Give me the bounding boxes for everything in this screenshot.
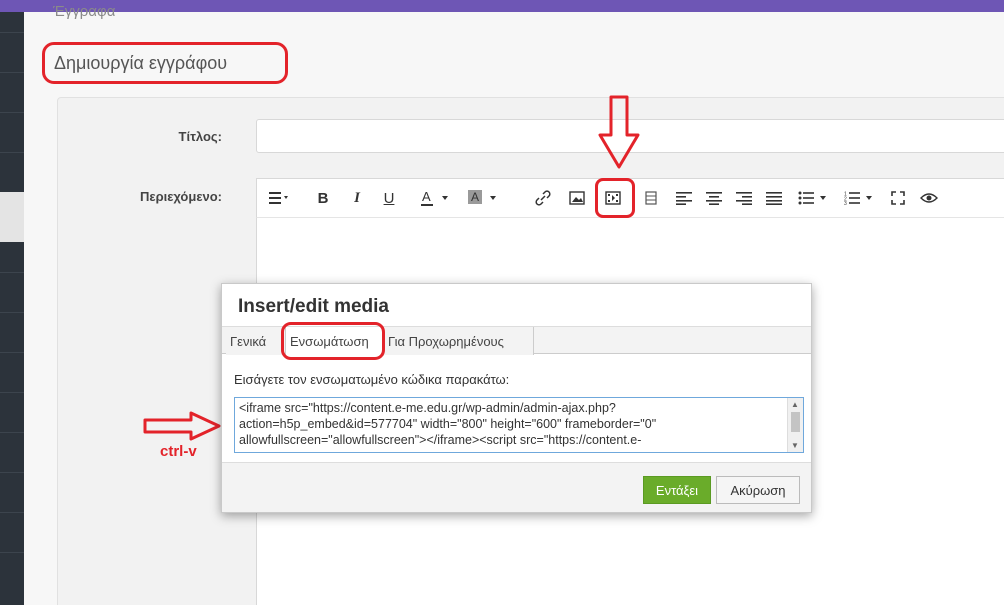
align-center-button[interactable] (705, 187, 723, 209)
breadcrumb[interactable]: Έγγραφα (53, 3, 115, 20)
align-right-icon (736, 192, 752, 205)
align-center-icon (706, 192, 722, 205)
scroll-up-icon[interactable]: ▲ (791, 400, 799, 409)
align-left-icon (676, 192, 692, 205)
sidebar-divider (0, 432, 24, 433)
numbered-list-dropdown[interactable]: 123 (843, 187, 879, 209)
fullscreen-icon (891, 191, 905, 205)
align-left-button[interactable] (675, 187, 693, 209)
highlight-color-icon: A (468, 190, 496, 204)
scroll-down-icon[interactable]: ▼ (791, 441, 799, 450)
embed-code-textarea[interactable]: <iframe src="https://content.e-me.edu.gr… (234, 397, 804, 453)
textarea-scrollbar[interactable]: ▲ ▼ (787, 398, 803, 452)
svg-text:A: A (422, 189, 431, 204)
paragraph-format-icon (269, 192, 288, 204)
bold-button[interactable]: B (313, 187, 333, 209)
fullscreen-button[interactable] (889, 187, 907, 209)
sidebar-divider (0, 512, 24, 513)
bullet-list-dropdown[interactable] (797, 187, 833, 209)
ok-button[interactable]: Εντάξει (643, 476, 711, 504)
sidebar-divider (0, 72, 24, 73)
embed-instruction: Εισάγετε τον ενσωματωμένο κώδικα παρακάτ… (234, 372, 510, 387)
sidebar-divider (0, 272, 24, 273)
sidebar-item-active[interactable] (0, 192, 24, 242)
dialog-footer: Εντάξει Ακύρωση (222, 462, 811, 512)
tab-general[interactable]: Γενικά (226, 327, 286, 355)
image-button[interactable] (567, 187, 587, 209)
text-color-icon: A (421, 189, 448, 206)
insert-media-dialog: Insert/edit media Γενικά Ενσωμάτωση Για … (221, 283, 812, 513)
code-line: <iframe src="https://content.e-me.edu.gr… (239, 401, 616, 415)
link-icon (535, 190, 551, 206)
svg-text:A: A (471, 190, 479, 204)
annotation-circle (42, 42, 288, 84)
table-button[interactable] (643, 187, 659, 209)
image-icon (569, 191, 585, 205)
annotation-circle (595, 178, 635, 218)
content-label: Περιεχόμενο: (140, 189, 222, 204)
link-button[interactable] (533, 187, 553, 209)
svg-text:3: 3 (844, 201, 847, 205)
sidebar-divider (0, 32, 24, 33)
align-justify-icon (766, 192, 782, 205)
annotation-label: ctrl-v (160, 443, 197, 460)
sidebar (0, 12, 24, 605)
preview-button[interactable] (919, 187, 939, 209)
underline-button[interactable]: U (379, 187, 399, 209)
sidebar-divider (0, 552, 24, 553)
top-bar (0, 0, 1004, 12)
sidebar-divider (0, 352, 24, 353)
screen: Έγγραφα Δημιουργία εγγράφου Τίτλος: Περι… (0, 0, 1004, 605)
sidebar-divider (0, 312, 24, 313)
code-line: allowfullscreen="allowfullscreen"></ifra… (239, 433, 642, 447)
sidebar-divider (0, 152, 24, 153)
dialog-title: Insert/edit media (238, 296, 389, 317)
italic-button[interactable]: I (347, 187, 367, 209)
cancel-button[interactable]: Ακύρωση (716, 476, 800, 504)
tab-advanced[interactable]: Για Προχωρημένους (384, 327, 534, 355)
table-icon (645, 191, 657, 205)
code-line: action=h5p_embed&id=577704" width="800" … (239, 417, 657, 431)
sidebar-divider (0, 472, 24, 473)
numbered-list-icon: 123 (844, 192, 872, 205)
title-label: Τίτλος: (178, 129, 222, 144)
annotation-arrow-down-icon (598, 95, 640, 169)
embed-code-text: <iframe src="https://content.e-me.edu.gr… (239, 400, 779, 452)
text-color-button[interactable]: A (419, 187, 455, 209)
format-dropdown[interactable] (267, 187, 291, 209)
eye-icon (920, 193, 938, 203)
align-justify-button[interactable] (765, 187, 783, 209)
bullet-list-icon (798, 191, 826, 205)
annotation-arrow-right-icon (143, 411, 221, 441)
align-right-button[interactable] (735, 187, 753, 209)
scroll-thumb[interactable] (791, 412, 800, 432)
annotation-circle (281, 322, 385, 360)
sidebar-divider (0, 392, 24, 393)
highlight-color-button[interactable]: A (467, 187, 503, 209)
sidebar-divider (0, 112, 24, 113)
